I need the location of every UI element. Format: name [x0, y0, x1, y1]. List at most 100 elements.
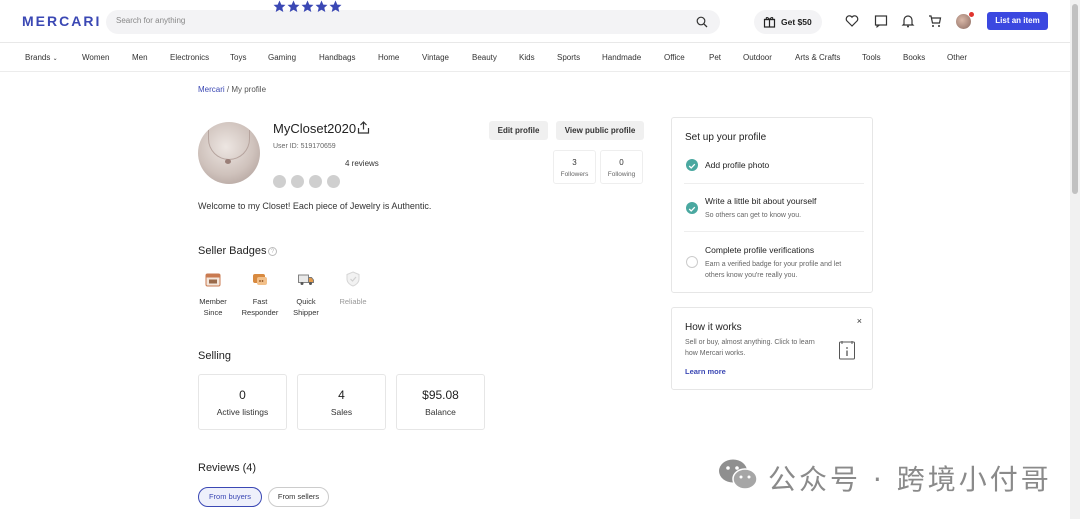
learn-more-link[interactable]: Learn more [685, 367, 726, 376]
bell-icon[interactable] [901, 14, 915, 28]
view-public-profile-button[interactable]: View public profile [556, 121, 644, 140]
category-beauty[interactable]: Beauty [472, 53, 497, 62]
setup-profile-card: Set up your profile Add profile photo Wr… [671, 117, 873, 293]
category-home[interactable]: Home [378, 53, 399, 62]
page-scrollbar[interactable] [1070, 0, 1080, 519]
profile-photo[interactable] [198, 122, 260, 184]
category-sports[interactable]: Sports [557, 53, 580, 62]
edit-profile-button[interactable]: Edit profile [489, 121, 548, 140]
followers-stat[interactable]: 3 Followers [553, 150, 596, 184]
gift-icon [763, 17, 776, 28]
message-icon[interactable] [874, 14, 888, 28]
scrollbar-thumb[interactable] [1072, 4, 1078, 194]
category-nav: Brands ⌄ Women Men Electronics Toys Gami… [0, 44, 1070, 72]
check-icon [686, 159, 698, 171]
star-icon [273, 0, 286, 12]
search-icon[interactable] [696, 16, 708, 28]
category-handbags[interactable]: Handbags [319, 53, 355, 62]
following-label: Following [607, 171, 636, 178]
star-icon [315, 0, 328, 12]
active-listings-stat[interactable]: 0 Active listings [198, 374, 287, 430]
stat-value: 4 [338, 388, 345, 402]
calendar-icon [205, 273, 221, 287]
stat-label: Active listings [216, 407, 269, 417]
wechat-logo-icon [719, 459, 758, 490]
category-books[interactable]: Books [903, 53, 925, 62]
truck-icon [298, 274, 314, 285]
stat-label: Balance [425, 407, 456, 417]
badge-line2: Since [203, 308, 223, 317]
info-icon[interactable]: ? [268, 247, 277, 256]
breadcrumb-current: My profile [231, 85, 267, 94]
how-it-works-title: How it works [685, 322, 742, 333]
breadcrumb-root[interactable]: Mercari [198, 85, 225, 94]
divider [684, 183, 864, 184]
how-it-works-card: How it works × Sell or buy, almost anyth… [671, 307, 873, 390]
user-id: User ID: 519170659 [273, 143, 336, 150]
get-reward-button[interactable]: Get $50 [754, 10, 822, 34]
category-brands[interactable]: Brands ⌄ [25, 53, 58, 62]
stat-label: Sales [330, 407, 353, 417]
email-verify-icon [273, 175, 286, 188]
step-sub: So others can get to know you. [705, 212, 802, 219]
category-tools[interactable]: Tools [862, 53, 881, 62]
cart-icon[interactable] [928, 14, 942, 28]
seller-badges-title: Seller Badges [198, 245, 267, 257]
category-office[interactable]: Office [664, 53, 685, 62]
category-outdoor[interactable]: Outdoor [743, 53, 772, 62]
step-verifications[interactable]: Complete profile verifications [705, 245, 814, 255]
stat-value: $95.08 [422, 388, 459, 402]
category-other[interactable]: Other [947, 53, 967, 62]
tab-from-sellers[interactable]: From sellers [268, 487, 329, 507]
star-icon [287, 0, 300, 12]
category-vintage[interactable]: Vintage [422, 53, 449, 62]
breadcrumb: Mercari / My profile [198, 85, 266, 94]
badge-line1: Member [199, 297, 227, 306]
category-toys[interactable]: Toys [230, 53, 246, 62]
category-women[interactable]: Women [82, 53, 109, 62]
watermark: 公众号 · 跨境小付哥 [716, 455, 1056, 496]
notification-dot [969, 12, 974, 17]
chevron-down-icon: ⌄ [52, 56, 58, 62]
step-add-photo[interactable]: Add profile photo [705, 160, 769, 170]
star-icon [329, 0, 342, 12]
followers-label: Followers [560, 171, 589, 178]
category-pet[interactable]: Pet [709, 53, 721, 62]
close-icon[interactable]: × [857, 316, 862, 326]
share-icon[interactable] [357, 121, 370, 134]
step-sub: Earn a verified badge for your profile a… [705, 261, 842, 279]
heart-icon[interactable] [845, 14, 859, 28]
reviews-count-link[interactable]: 4 reviews [345, 159, 379, 168]
step-write-bio[interactable]: Write a little bit about yourself [705, 196, 816, 206]
unchecked-circle-icon [686, 256, 698, 268]
top-header: MERCARI Search for anything Get $50 List… [0, 0, 1070, 43]
search-input[interactable]: Search for anything [116, 16, 185, 25]
search-bar[interactable]: Search for anything [106, 10, 720, 34]
chat-icon [253, 274, 267, 285]
badge-line2: Shipper [293, 308, 319, 317]
badge-line1: Quick [296, 297, 316, 306]
tab-from-buyers[interactable]: From buyers [198, 487, 262, 507]
check-icon [686, 202, 698, 214]
how-it-works-text: Sell or buy, almost anything. Click to l… [685, 339, 815, 357]
following-stat[interactable]: 0 Following [600, 150, 643, 184]
category-electronics[interactable]: Electronics [170, 53, 209, 62]
category-men[interactable]: Men [132, 53, 148, 62]
balance-stat[interactable]: $95.08 Balance [396, 374, 485, 430]
category-kids[interactable]: Kids [519, 53, 535, 62]
category-handmade[interactable]: Handmade [602, 53, 641, 62]
list-item-button[interactable]: List an item [987, 12, 1048, 30]
sales-stat[interactable]: 4 Sales [297, 374, 386, 430]
badge-line2: Responder [241, 308, 279, 317]
category-arts-crafts[interactable]: Arts & Crafts [795, 53, 840, 62]
selling-title: Selling [198, 350, 232, 362]
watermark-text: 公众号 · 跨境小付哥 [768, 463, 1052, 496]
category-gaming[interactable]: Gaming [268, 53, 296, 62]
mercari-logo[interactable]: MERCARI [22, 13, 101, 29]
profile-bio: Welcome to my Closet! Each piece of Jewe… [198, 201, 432, 211]
info-book-icon [839, 341, 855, 360]
shield-icon [346, 271, 360, 287]
following-count: 0 [619, 158, 624, 167]
badge-line1: Reliable [339, 297, 367, 306]
get-reward-label: Get $50 [781, 17, 812, 27]
